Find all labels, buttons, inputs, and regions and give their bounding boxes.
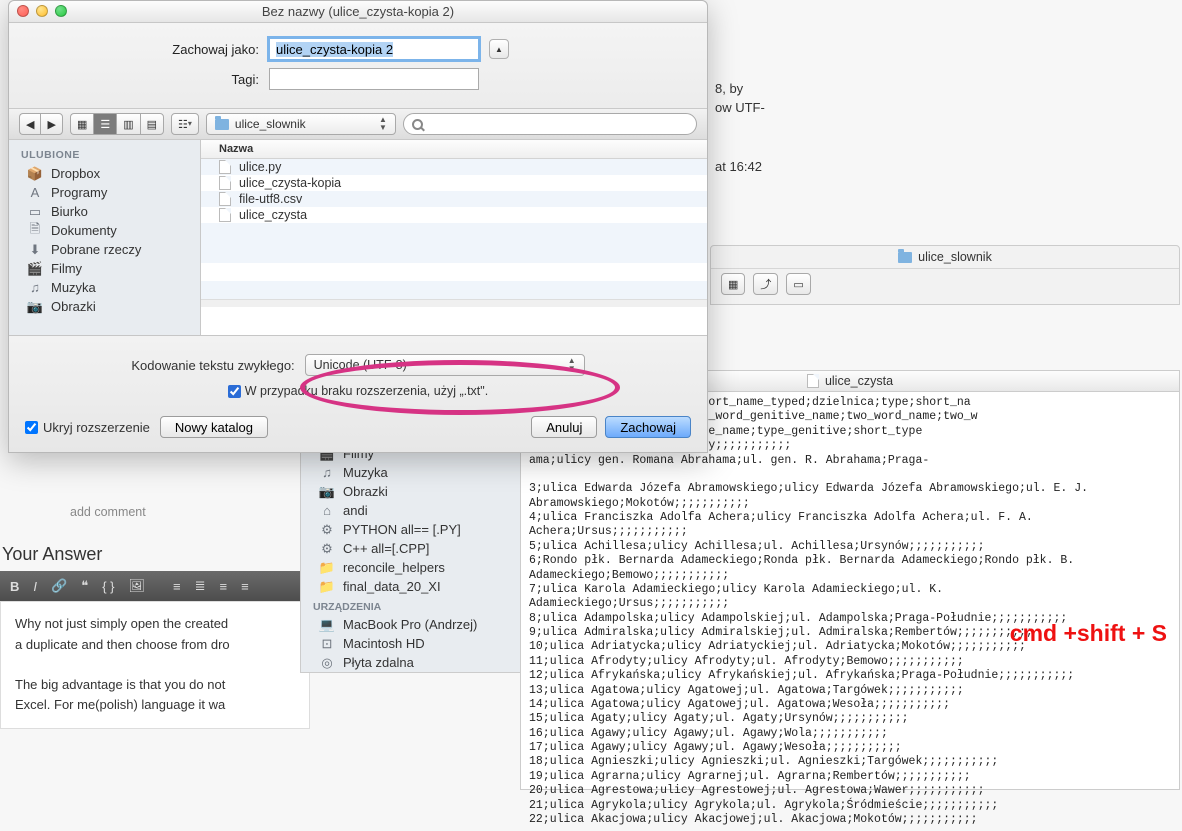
sidebar-item-label: Filmy [51,261,82,276]
sidebar-item-label: Obrazki [51,299,96,314]
editor-body[interactable]: Why not just simply open the created a d… [0,601,310,729]
textedit-content[interactable]: ong_name_genitive_typed;short_name_typed… [521,392,1179,831]
cancel-button[interactable]: Anuluj [531,416,597,438]
tags-input[interactable] [269,68,479,90]
zoom-window-button[interactable] [55,5,67,17]
sidebar-item[interactable]: ♫Muzyka [301,463,524,482]
devices-header: URZĄDZENIA [301,596,524,615]
sidebar-item-icon: ♫ [27,281,43,295]
saveas-input[interactable] [269,38,479,60]
sidebar-item-icon: 📦 [27,167,43,181]
minimize-window-button[interactable] [36,5,48,17]
close-window-button[interactable] [17,5,29,17]
file-row[interactable]: file-utf8.csv [201,191,707,207]
collapse-button[interactable]: ▲ [489,39,509,59]
encoding-select[interactable]: Unicode (UTF-8) ▲▼ [305,354,585,376]
document-icon [219,208,231,222]
background-finder-sidebar: ⬇Pobrane rzeczy🎬Filmy♫Muzyka📷Obrazki⌂and… [300,420,525,673]
new-folder-button[interactable]: Nowy katalog [160,416,268,438]
background-editor: add comment Your Answer BI🔗❝{ }🖼 ≡≣≡≡ Wh… [0,490,310,729]
file-row[interactable]: ulice_czysta-kopia [201,175,707,191]
hide-ext-label: Ukryj rozszerzenie [43,420,150,435]
your-answer-heading: Your Answer [0,534,310,571]
use-txt-checkbox[interactable] [228,385,241,398]
sidebar-item-icon: 🎬 [27,262,43,276]
sidebar-item[interactable]: ⚙PYTHON all== [.PY] [301,520,524,539]
sidebar-item[interactable]: 📁final_data_20_XI [301,577,524,596]
folder-icon [215,119,229,130]
share-button[interactable]: ⤴ [753,273,778,295]
view-cover-button[interactable]: ▤ [140,113,164,135]
file-row[interactable]: ulice.py [201,159,707,175]
forward-button[interactable]: ▶ [40,113,62,135]
background-text: 8, by ow UTF- at 16:42 [715,80,765,177]
use-txt-label: W przypadku braku rozszerzenia, użyj „.t… [245,384,488,398]
view-icon-button[interactable]: ▦ [70,113,93,135]
file-name: ulice.py [239,160,281,174]
view-list-button[interactable]: ☰ [93,113,116,135]
textedit-title: ulice_czysta [825,374,893,388]
tags-label: Tagi: [29,72,269,87]
file-list[interactable]: Nazwa ulice.py ulice_czysta-kopia file-utf… [201,140,707,335]
shortcut-annotation: cmd +shift + S [1010,620,1167,647]
sidebar-item-label: Muzyka [51,280,96,295]
document-icon [219,160,231,174]
sidebar-item-label: Biurko [51,204,88,219]
hide-ext-checkbox[interactable] [25,421,38,434]
add-comment-link[interactable]: add comment [0,490,310,534]
sidebar-item-icon: ▭ [27,205,43,219]
file-name: ulice_czysta-kopia [239,176,341,190]
sidebar: ULUBIONE 📦 Dropbox A Programy ▭ Biurko 🗎 Dokume… [9,140,201,335]
sidebar-item[interactable]: 📷Obrazki [301,482,524,501]
sidebar-item-label: Dokumenty [51,223,117,238]
sidebar-item-icon: A [27,186,43,200]
saveas-label: Zachowaj jako: [29,42,269,57]
encoding-label: Kodowanie tekstu zwykłego: [131,358,294,373]
document-icon [807,374,819,388]
sidebar-item-label: Pobrane rzeczy [51,242,141,257]
search-icon [412,119,423,130]
save-dialog: Bez nazwy (ulice_czysta-kopia 2) Zachowa… [8,0,708,453]
device-item[interactable]: 💻MacBook Pro (Andrzej) [301,615,524,634]
tags-button[interactable]: ▭ [786,273,810,295]
favorites-header: ULUBIONE [9,146,200,164]
folder-icon [898,252,912,263]
view-grid-button[interactable]: ▦ [721,273,745,295]
sidebar-item-icon: 🗎 [27,224,43,238]
sidebar-item[interactable]: A Programy [9,183,200,202]
sidebar-item[interactable]: ▭ Biurko [9,202,200,221]
document-icon [219,192,231,206]
path-select[interactable]: ulice_slownik ▲▼ [206,113,396,135]
file-name: ulice_czysta [239,208,307,222]
search-input[interactable] [403,113,697,135]
sidebar-item[interactable]: 📷 Obrazki [9,297,200,316]
editor-toolbar[interactable]: BI🔗❝{ }🖼 ≡≣≡≡ [0,571,310,601]
sidebar-item[interactable]: 🎬 Filmy [9,259,200,278]
save-button[interactable]: Zachowaj [605,416,691,438]
sidebar-item[interactable]: ⌂andi [301,501,524,520]
document-icon [219,176,231,190]
device-item[interactable]: ◎Płyta zdalna [301,653,524,672]
sidebar-item[interactable]: ⚙C++ all=[.CPP] [301,539,524,558]
titlebar: Bez nazwy (ulice_czysta-kopia 2) [9,1,707,23]
sidebar-item[interactable]: 📁reconcile_helpers [301,558,524,577]
window-title: Bez nazwy (ulice_czysta-kopia 2) [262,4,454,19]
finder-window: ulice_slownik ▦ ⤴ ▭ [710,245,1180,305]
sidebar-item[interactable]: 📦 Dropbox [9,164,200,183]
finder-title: ulice_slownik [918,250,992,264]
sidebar-item-icon: ⬇ [27,243,43,257]
sidebar-item-icon: 📷 [27,300,43,314]
sidebar-item-label: Programy [51,185,107,200]
sidebar-item-label: Dropbox [51,166,100,181]
sidebar-item[interactable]: ⬇ Pobrane rzeczy [9,240,200,259]
view-column-button[interactable]: ▥ [116,113,139,135]
column-header-name[interactable]: Nazwa [201,140,707,159]
back-button[interactable]: ◀ [19,113,40,135]
sidebar-item[interactable]: ♫ Muzyka [9,278,200,297]
file-name: file-utf8.csv [239,192,302,206]
device-item[interactable]: ⊡Macintosh HD [301,634,524,653]
arrange-button[interactable]: ☷ ▾ [171,113,199,135]
sidebar-item[interactable]: 🗎 Dokumenty [9,221,200,240]
file-row[interactable]: ulice_czysta [201,207,707,223]
